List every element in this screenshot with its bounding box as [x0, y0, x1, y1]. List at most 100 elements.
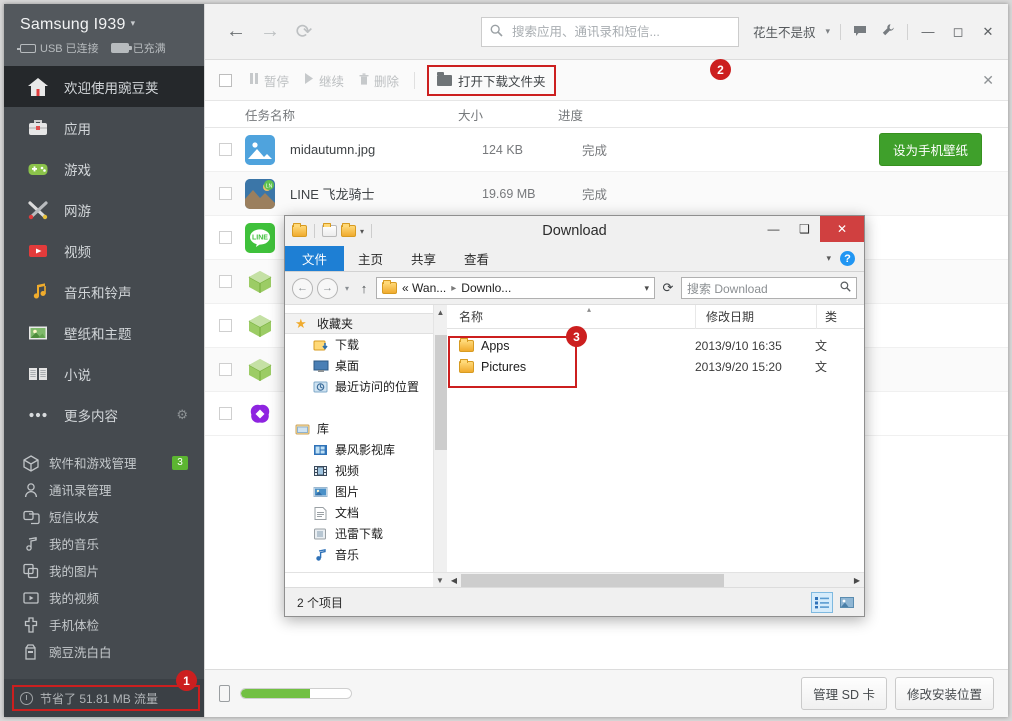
- list-item[interactable]: Pictures 2013/9/20 15:20 文: [447, 356, 864, 377]
- sidebar-item-my-pictures[interactable]: 我的图片: [4, 557, 204, 584]
- gear-icon[interactable]: ⚙: [176, 407, 188, 423]
- sidebar-item-online-games[interactable]: 网游: [4, 189, 204, 230]
- minimize-button[interactable]: ―: [918, 24, 938, 39]
- user-name[interactable]: 花生不是叔: [753, 22, 816, 41]
- explorer-search-input[interactable]: 搜索 Download: [681, 277, 857, 299]
- new-folder-icon[interactable]: [341, 223, 356, 237]
- sidebar-item-welcome[interactable]: 欢迎使用豌豆荚: [4, 66, 204, 107]
- open-download-folder-button[interactable]: 打开下载文件夹: [427, 64, 556, 96]
- select-all-checkbox[interactable]: [219, 73, 232, 87]
- tree-item-pictures-library[interactable]: 图片: [285, 481, 433, 502]
- sidebar-item-sms[interactable]: 短信收发: [4, 503, 204, 530]
- scroll-right-arrow[interactable]: ▶: [850, 576, 864, 585]
- tree-item-videos-library[interactable]: 视频: [285, 460, 433, 481]
- close-download-panel-button[interactable]: ✕: [982, 72, 994, 89]
- horizontal-scrollbar[interactable]: ◀ ▶: [447, 573, 864, 587]
- chevron-down-icon[interactable]: ▾: [131, 18, 136, 29]
- row-checkbox[interactable]: [219, 275, 232, 288]
- storage-progress[interactable]: [240, 688, 352, 699]
- device-name-row[interactable]: Samsung I939 ▾: [20, 16, 204, 34]
- row-checkbox[interactable]: [219, 143, 232, 156]
- explorer-forward-button[interactable]: →: [317, 277, 338, 299]
- tree-item-favorites[interactable]: ★ 收藏夹: [285, 313, 433, 334]
- tree-item-desktop[interactable]: 桌面: [285, 355, 433, 376]
- row-checkbox[interactable]: [219, 363, 232, 376]
- sidebar-item-wallpaper-themes[interactable]: 壁纸和主题: [4, 312, 204, 353]
- file-column-name[interactable]: 名称 ▴: [447, 305, 695, 325]
- explorer-window[interactable]: ▾ Download ― ❑ ✕ 文件 主页 共享 查看 ▾ ? ← → ▾ ↑: [284, 215, 865, 617]
- breadcrumb-2[interactable]: Downlo...: [461, 281, 511, 295]
- explorer-refresh-button[interactable]: ⟳: [659, 280, 677, 296]
- sidebar-item-wash-clean[interactable]: 豌豆洗白白: [4, 638, 204, 665]
- row-checkbox[interactable]: [219, 407, 232, 420]
- file-column-date[interactable]: 修改日期: [696, 308, 816, 325]
- delete-button[interactable]: 删除: [359, 71, 399, 90]
- back-button[interactable]: ←: [219, 15, 253, 49]
- search-input[interactable]: [509, 23, 730, 40]
- resume-button[interactable]: 继续: [304, 71, 344, 90]
- sidebar-item-more[interactable]: 更多内容 ⚙: [4, 394, 204, 435]
- tree-item-music-library[interactable]: 音乐: [285, 544, 433, 565]
- sidebar-item-my-videos[interactable]: 我的视频: [4, 584, 204, 611]
- manage-sd-card-button[interactable]: 管理 SD 卡: [801, 677, 887, 710]
- explorer-titlebar[interactable]: ▾ Download ― ❑ ✕: [285, 216, 864, 246]
- close-button[interactable]: ✕: [978, 24, 998, 40]
- tab-share[interactable]: 共享: [397, 246, 450, 271]
- table-row[interactable]: midautumn.jpg 124 KB 完成 设为手机壁纸: [205, 128, 1008, 172]
- tab-view[interactable]: 查看: [450, 246, 503, 271]
- wrench-icon[interactable]: [879, 23, 897, 40]
- column-header-name[interactable]: 任务名称: [205, 105, 458, 124]
- folder-icon[interactable]: [292, 223, 307, 237]
- column-header-progress[interactable]: 进度: [558, 105, 678, 124]
- tab-file[interactable]: 文件: [285, 246, 345, 271]
- tree-item-libraries[interactable]: 库: [285, 418, 433, 439]
- scroll-up-arrow[interactable]: ▲: [434, 305, 447, 319]
- sidebar-item-software-game-manage[interactable]: 软件和游戏管理 3: [4, 449, 204, 476]
- chevron-down-icon[interactable]: ▾: [825, 26, 830, 37]
- row-checkbox[interactable]: [219, 319, 232, 332]
- speech-bubble-icon[interactable]: [851, 24, 869, 40]
- sidebar-item-video[interactable]: 视频: [4, 230, 204, 271]
- maximize-button[interactable]: ◻: [948, 24, 968, 40]
- large-icons-view-button[interactable]: [836, 592, 858, 613]
- address-field[interactable]: « Wan... ▸ Downlo... ▾: [376, 277, 655, 299]
- sidebar-item-games[interactable]: 游戏: [4, 148, 204, 189]
- properties-icon[interactable]: [322, 223, 337, 237]
- explorer-up-button[interactable]: ↑: [356, 281, 372, 296]
- table-row[interactable]: LN LINE 飞龙骑士 19.69 MB 完成: [205, 172, 1008, 216]
- help-icon[interactable]: ?: [840, 251, 855, 266]
- explorer-close-button[interactable]: ✕: [820, 216, 864, 242]
- chevron-down-icon[interactable]: ▾: [826, 253, 831, 264]
- chevron-down-icon[interactable]: ▾: [644, 283, 649, 294]
- refresh-button[interactable]: ⟳: [287, 15, 321, 49]
- explorer-minimize-button[interactable]: ―: [758, 216, 789, 242]
- tree-item-baofeng-library[interactable]: 暴风影视库: [285, 439, 433, 460]
- tree-item-downloads[interactable]: 下载: [285, 334, 433, 355]
- sidebar-item-my-music[interactable]: 我的音乐: [4, 530, 204, 557]
- details-view-button[interactable]: [811, 591, 833, 613]
- scroll-down-arrow[interactable]: ▼: [433, 573, 447, 587]
- row-checkbox[interactable]: [219, 231, 232, 244]
- tree-item-documents-library[interactable]: 文档: [285, 502, 433, 523]
- sidebar-item-apps[interactable]: 应用: [4, 107, 204, 148]
- chevron-down-icon[interactable]: ▾: [360, 227, 364, 236]
- set-as-wallpaper-button[interactable]: 设为手机壁纸: [878, 133, 982, 166]
- scroll-left-arrow[interactable]: ◀: [447, 576, 461, 585]
- tab-home[interactable]: 主页: [344, 246, 397, 271]
- sidebar-item-phone-checkup[interactable]: 手机体检: [4, 611, 204, 638]
- explorer-back-button[interactable]: ←: [292, 277, 313, 299]
- file-column-type[interactable]: 类: [817, 308, 857, 325]
- list-item[interactable]: Apps 2013/9/10 16:35 文: [447, 335, 864, 356]
- explorer-maximize-button[interactable]: ❑: [789, 216, 820, 242]
- tree-item-thunder-download[interactable]: 迅雷下载: [285, 523, 433, 544]
- global-search[interactable]: [480, 16, 739, 47]
- sidebar-item-novels[interactable]: 小说: [4, 353, 204, 394]
- sidebar-item-contacts-manage[interactable]: 通讯录管理: [4, 476, 204, 503]
- tree-item-recent-places[interactable]: 最近访问的位置: [285, 376, 433, 397]
- pause-button[interactable]: 暂停: [249, 71, 289, 90]
- scroll-thumb[interactable]: [461, 573, 724, 587]
- device-header[interactable]: Samsung I939 ▾ USB 已连接 已充满: [4, 4, 204, 66]
- saved-traffic-bar[interactable]: 节省了 51.81 MB 流量: [4, 679, 204, 717]
- tree-scrollbar[interactable]: ▲: [433, 305, 447, 572]
- forward-button[interactable]: →: [253, 15, 287, 49]
